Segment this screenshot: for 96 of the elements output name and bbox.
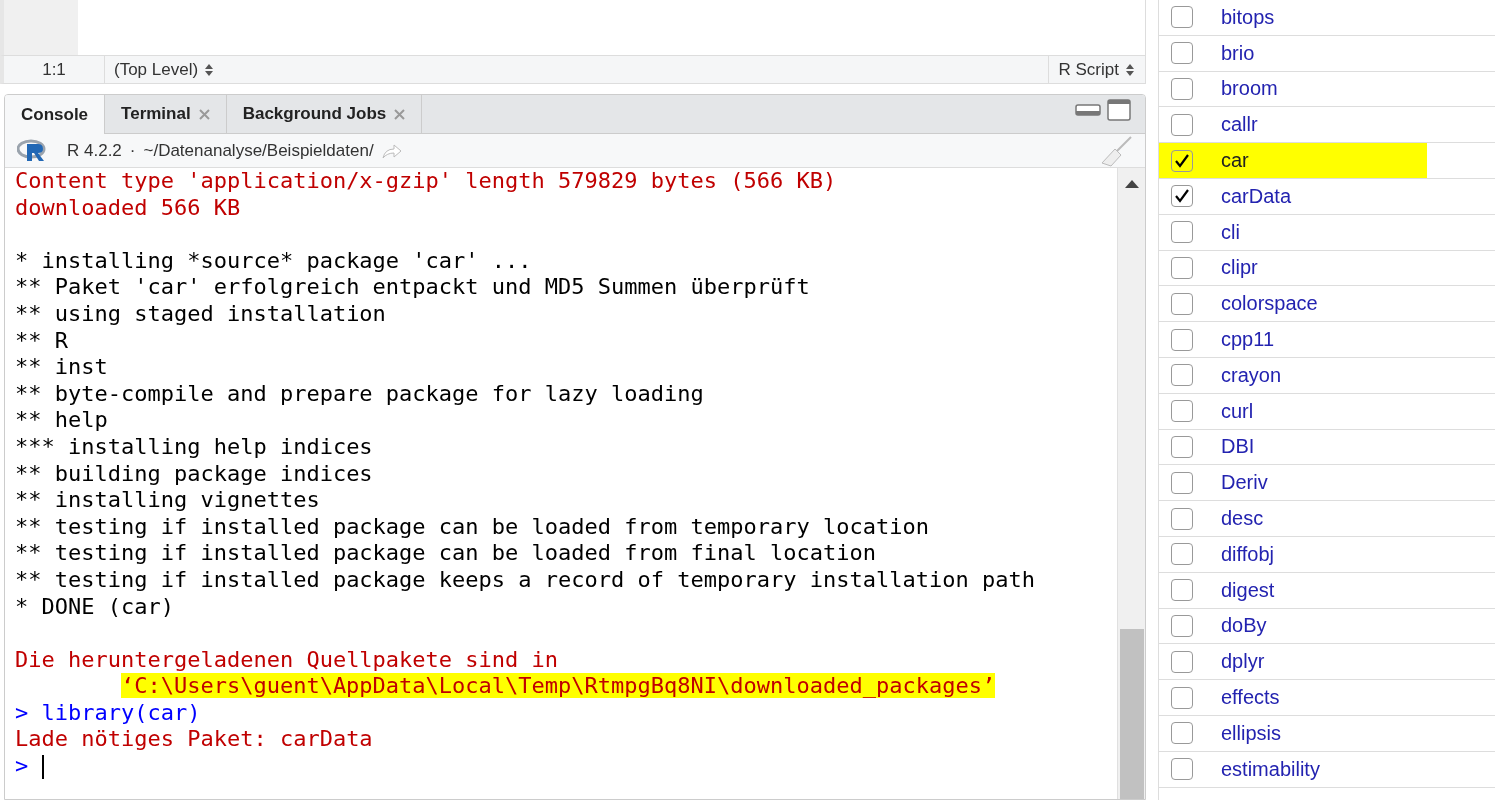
package-row[interactable]: brio bbox=[1159, 35, 1495, 72]
checkbox[interactable] bbox=[1171, 292, 1193, 315]
package-link[interactable]: desc bbox=[1221, 507, 1264, 531]
checkbox[interactable] bbox=[1171, 614, 1193, 637]
checkbox[interactable] bbox=[1171, 471, 1193, 494]
separator-dot: · bbox=[129, 140, 136, 161]
package-row[interactable]: diffobj bbox=[1159, 536, 1495, 573]
package-link[interactable]: bitops bbox=[1221, 5, 1275, 29]
package-link[interactable]: brio bbox=[1221, 41, 1255, 65]
checkbox[interactable] bbox=[1171, 400, 1193, 423]
package-row[interactable]: curl bbox=[1159, 393, 1495, 430]
package-row[interactable]: clipr bbox=[1159, 250, 1495, 287]
scroll-up-icon[interactable] bbox=[1124, 180, 1139, 188]
package-link[interactable]: digest bbox=[1221, 578, 1275, 602]
console-output: ** testing if installed package can be loaded from final location bbox=[15, 540, 876, 566]
checkbox[interactable] bbox=[1171, 543, 1193, 566]
checkbox[interactable] bbox=[1171, 579, 1193, 602]
package-link[interactable]: dplyr bbox=[1221, 650, 1265, 674]
console-output: ** testing if installed package keeps a record of temporary installation path bbox=[15, 566, 1035, 592]
package-row[interactable]: Deriv bbox=[1159, 465, 1495, 502]
console-output: ** using staged installation bbox=[15, 300, 386, 326]
package-link[interactable]: crayon bbox=[1221, 363, 1282, 387]
close-icon[interactable] bbox=[198, 108, 210, 120]
package-row[interactable]: dplyr bbox=[1159, 644, 1495, 681]
package-link[interactable]: doBy bbox=[1221, 614, 1267, 638]
console-output: ** installing vignettes bbox=[15, 487, 320, 513]
checkbox[interactable] bbox=[1171, 256, 1193, 279]
package-row[interactable]: broom bbox=[1159, 71, 1495, 108]
console-output: ** R bbox=[15, 327, 68, 353]
checkbox[interactable] bbox=[1171, 686, 1193, 709]
package-row[interactable]: doBy bbox=[1159, 608, 1495, 645]
package-link[interactable]: callr bbox=[1221, 113, 1258, 137]
checkbox[interactable] bbox=[1171, 42, 1193, 65]
checkbox[interactable] bbox=[1171, 149, 1193, 172]
checkbox[interactable] bbox=[1171, 113, 1193, 136]
package-row[interactable]: carData bbox=[1159, 179, 1495, 215]
checkbox[interactable] bbox=[1171, 650, 1193, 673]
console-output: * installing *source* package 'car' ... bbox=[15, 247, 532, 273]
checkbox[interactable] bbox=[1171, 722, 1193, 745]
console-output: ** testing if installed package can be loaded from temporary location bbox=[15, 513, 929, 539]
package-row[interactable]: estimability bbox=[1159, 751, 1495, 788]
package-link[interactable]: ellipsis bbox=[1221, 721, 1282, 745]
checkbox[interactable] bbox=[1171, 6, 1193, 29]
close-icon[interactable] bbox=[394, 108, 406, 120]
console-output: ** inst bbox=[15, 354, 108, 380]
package-link[interactable]: cpp11 bbox=[1221, 328, 1274, 352]
checkbox[interactable] bbox=[1171, 328, 1193, 351]
package-link[interactable]: DBI bbox=[1221, 435, 1255, 459]
package-row[interactable]: crayon bbox=[1159, 357, 1495, 394]
working-directory[interactable]: ~/Datenanalyse/Beispieldaten/ bbox=[143, 140, 374, 161]
checkbox[interactable] bbox=[1171, 185, 1193, 208]
package-link[interactable]: effects bbox=[1221, 686, 1280, 710]
package-link[interactable]: curl bbox=[1221, 399, 1254, 423]
package-row[interactable]: cpp11 bbox=[1159, 322, 1495, 358]
checkbox[interactable] bbox=[1171, 78, 1193, 100]
checkbox[interactable] bbox=[1171, 364, 1193, 387]
arrow-icon[interactable] bbox=[381, 142, 402, 159]
package-link[interactable]: broom bbox=[1221, 77, 1278, 101]
checkbox[interactable] bbox=[1171, 758, 1193, 781]
checkbox[interactable] bbox=[1171, 435, 1193, 458]
console-output: Lade nötiges Paket: carData bbox=[15, 726, 373, 752]
console-output: ‘C:\Users\guent\AppData\Local\Temp\RtmpgBq8NI\downloaded_packages’ bbox=[120, 673, 996, 699]
package-row[interactable]: desc bbox=[1159, 501, 1495, 537]
console-output: ** building package indices bbox=[15, 460, 373, 486]
console-output: downloaded 566 KB bbox=[15, 194, 241, 220]
console-command: > library(car) bbox=[15, 699, 201, 725]
maximize-icon[interactable] bbox=[1107, 99, 1131, 121]
console-output: * DONE (car) bbox=[15, 593, 174, 619]
checkbox[interactable] bbox=[1171, 507, 1193, 530]
package-row[interactable]: effects bbox=[1159, 680, 1495, 716]
broom-icon[interactable] bbox=[1101, 134, 1133, 167]
package-row[interactable]: DBI bbox=[1159, 429, 1495, 466]
console-output: Content type 'application/x-gzip' length 579829 bytes (566 KB) bbox=[15, 168, 837, 193]
package-link[interactable]: cli bbox=[1221, 220, 1240, 244]
checkbox[interactable] bbox=[1171, 221, 1193, 244]
console-output: ** Paket 'car' erfolgreich entpackt und MD5 Summen überprüft bbox=[15, 274, 810, 300]
pane-tab[interactable]: Console bbox=[5, 95, 106, 134]
package-row[interactable]: digest bbox=[1159, 572, 1495, 609]
console-command: > bbox=[15, 753, 29, 779]
console-output: Die heruntergeladenen Quellpakete sind in bbox=[15, 646, 559, 672]
console-output: ** help bbox=[15, 407, 108, 433]
package-link[interactable]: clipr bbox=[1221, 256, 1258, 280]
console-output: *** installing help indices bbox=[15, 433, 373, 459]
console-output: ** byte-compile and prepare package for lazy loading bbox=[15, 380, 704, 406]
package-link[interactable]: colorspace bbox=[1221, 292, 1318, 316]
minimize-icon[interactable] bbox=[1075, 104, 1101, 116]
package-row[interactable]: cli bbox=[1159, 214, 1495, 251]
package-link[interactable]: estimability bbox=[1221, 757, 1320, 781]
package-link[interactable]: diffobj bbox=[1221, 542, 1274, 566]
package-row[interactable]: ellipsis bbox=[1159, 715, 1495, 752]
package-link[interactable]: Deriv bbox=[1221, 471, 1268, 495]
package-row[interactable]: colorspace bbox=[1159, 286, 1495, 323]
scrollbar-thumb[interactable] bbox=[1119, 629, 1144, 799]
r-version: R 4.2.2 bbox=[67, 140, 122, 161]
package-link[interactable]: carData bbox=[1221, 184, 1292, 208]
package-row[interactable]: bitops bbox=[1159, 0, 1495, 36]
